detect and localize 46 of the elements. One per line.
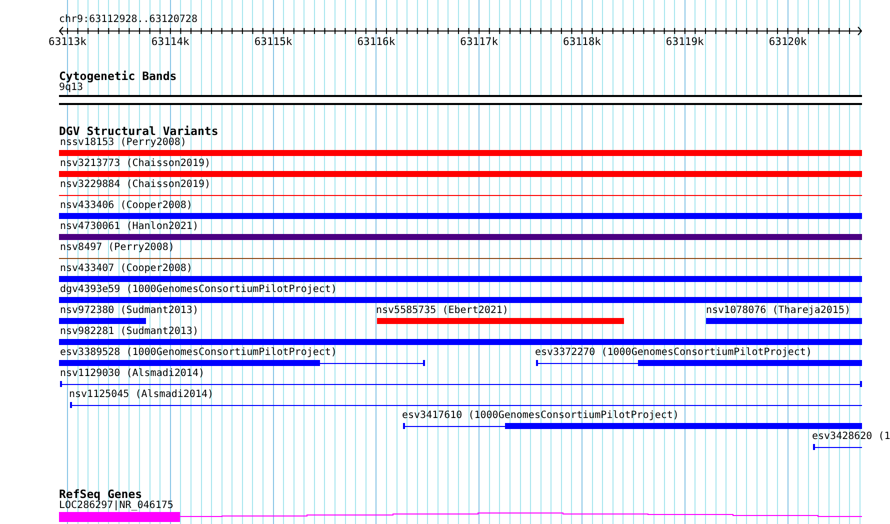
variant-label: nsv433406 (Cooper2008) bbox=[60, 200, 192, 212]
variant-drawing[interactable] bbox=[536, 359, 862, 367]
variant-drawing[interactable] bbox=[403, 422, 862, 430]
variant-drawing[interactable] bbox=[60, 380, 862, 388]
variant-label: esv3428620 (1 bbox=[812, 431, 890, 443]
variant-label: esv3372270 (1000GenomesConsortiumPilotProject) bbox=[535, 347, 812, 359]
variant-drawing[interactable] bbox=[59, 212, 862, 220]
variant-label: nsv1125045 (Alsmadi2014) bbox=[69, 389, 214, 401]
variant-drawing[interactable] bbox=[59, 359, 425, 367]
variant-label: nsv4730061 (Hanlon2021) bbox=[60, 221, 198, 233]
track-title: Cytogenetic Bands bbox=[59, 70, 177, 82]
variant-label: dgv4393e59 (1000GenomesConsortiumPilotProject) bbox=[60, 284, 337, 296]
variant-label: nsv3229884 (Chaisson2019) bbox=[60, 179, 211, 191]
variant-drawing[interactable] bbox=[59, 338, 862, 346]
ruler-tick-label: 63119k bbox=[666, 36, 704, 48]
variant-drawing[interactable] bbox=[706, 317, 862, 325]
variant-drawing[interactable] bbox=[59, 233, 862, 241]
track-title: DGV Structural Variants bbox=[59, 125, 218, 137]
variant-label: esv3417610 (1000GenomesConsortiumPilotProject) bbox=[402, 410, 679, 422]
variant-label: esv3389528 (1000GenomesConsortiumPilotProject) bbox=[60, 347, 337, 359]
variant-drawing[interactable] bbox=[59, 275, 862, 283]
ruler-tick-label: 63115k bbox=[254, 36, 292, 48]
variant-label: nsv8497 (Perry2008) bbox=[60, 242, 174, 254]
location-label: chr9:63112928..63120728 bbox=[59, 14, 198, 26]
variant-label: nsv982281 (Sudmant2013) bbox=[60, 326, 198, 338]
variant-drawing[interactable] bbox=[59, 317, 146, 325]
variant-label: nsv433407 (Cooper2008) bbox=[60, 263, 192, 275]
gene-drawing[interactable] bbox=[59, 512, 862, 522]
variant-label: nsv3213773 (Chaisson2019) bbox=[60, 158, 211, 170]
ruler-tick-label: 63117k bbox=[460, 36, 498, 48]
ruler-tick-label: 63118k bbox=[563, 36, 601, 48]
variant-label: nsv1078076 (Thareja2015) bbox=[706, 305, 850, 317]
variant-label: nsv5585735 (Ebert2021) bbox=[376, 305, 508, 317]
ruler-tick-label: 63120k bbox=[768, 36, 807, 48]
variant-drawing[interactable] bbox=[813, 443, 862, 451]
variant-drawing[interactable] bbox=[59, 296, 862, 304]
variant-drawing[interactable] bbox=[70, 401, 862, 409]
band-label: 9q13 bbox=[59, 82, 84, 94]
ruler-tick-label: 63114k bbox=[151, 36, 190, 48]
variant-label: nssv18153 (Perry2008) bbox=[60, 137, 186, 149]
ruler-tick-label: 63113k bbox=[48, 36, 86, 48]
gene-label: LOC286297|NR_046175 bbox=[59, 500, 174, 512]
variant-label: nsv1129030 (Alsmadi2014) bbox=[60, 368, 204, 380]
track-title: RefSeq Genes bbox=[59, 488, 142, 500]
ruler-tick-label: 63116k bbox=[357, 36, 396, 48]
variant-label: nsv972380 (Sudmant2013) bbox=[60, 305, 198, 317]
